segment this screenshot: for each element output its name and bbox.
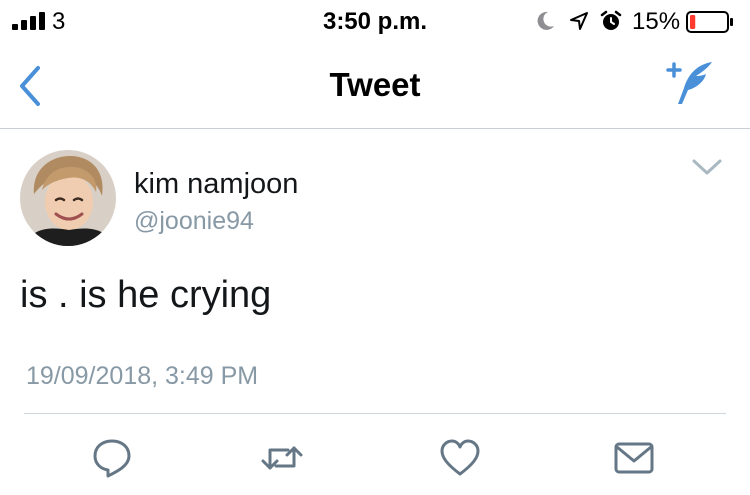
retweet-icon[interactable] <box>260 436 304 480</box>
reply-bubble-icon[interactable] <box>90 436 134 480</box>
location-arrow-icon <box>570 12 588 30</box>
navigation-bar: Tweet <box>0 40 750 129</box>
avatar[interactable] <box>20 150 116 246</box>
tweet-timestamp: 19/09/2018, 3:49 PM <box>26 362 259 390</box>
page-title: Tweet <box>329 66 421 103</box>
compose-tweet-icon[interactable] <box>664 58 720 110</box>
envelope-icon[interactable] <box>612 436 656 480</box>
chevron-down-icon[interactable] <box>690 156 724 178</box>
battery-icon <box>686 11 733 33</box>
heart-icon[interactable] <box>438 436 482 480</box>
divider <box>24 413 726 414</box>
battery-percent: 15% <box>632 8 681 35</box>
moon-icon <box>537 11 554 30</box>
alarm-clock-icon <box>600 10 622 30</box>
display-name[interactable]: kim namjoon <box>134 168 298 201</box>
tweet-text: is . is he crying <box>20 274 272 316</box>
user-handle[interactable]: @joonie94 <box>134 207 254 236</box>
status-bar: 3 3:50 p.m. 15% <box>0 0 750 40</box>
